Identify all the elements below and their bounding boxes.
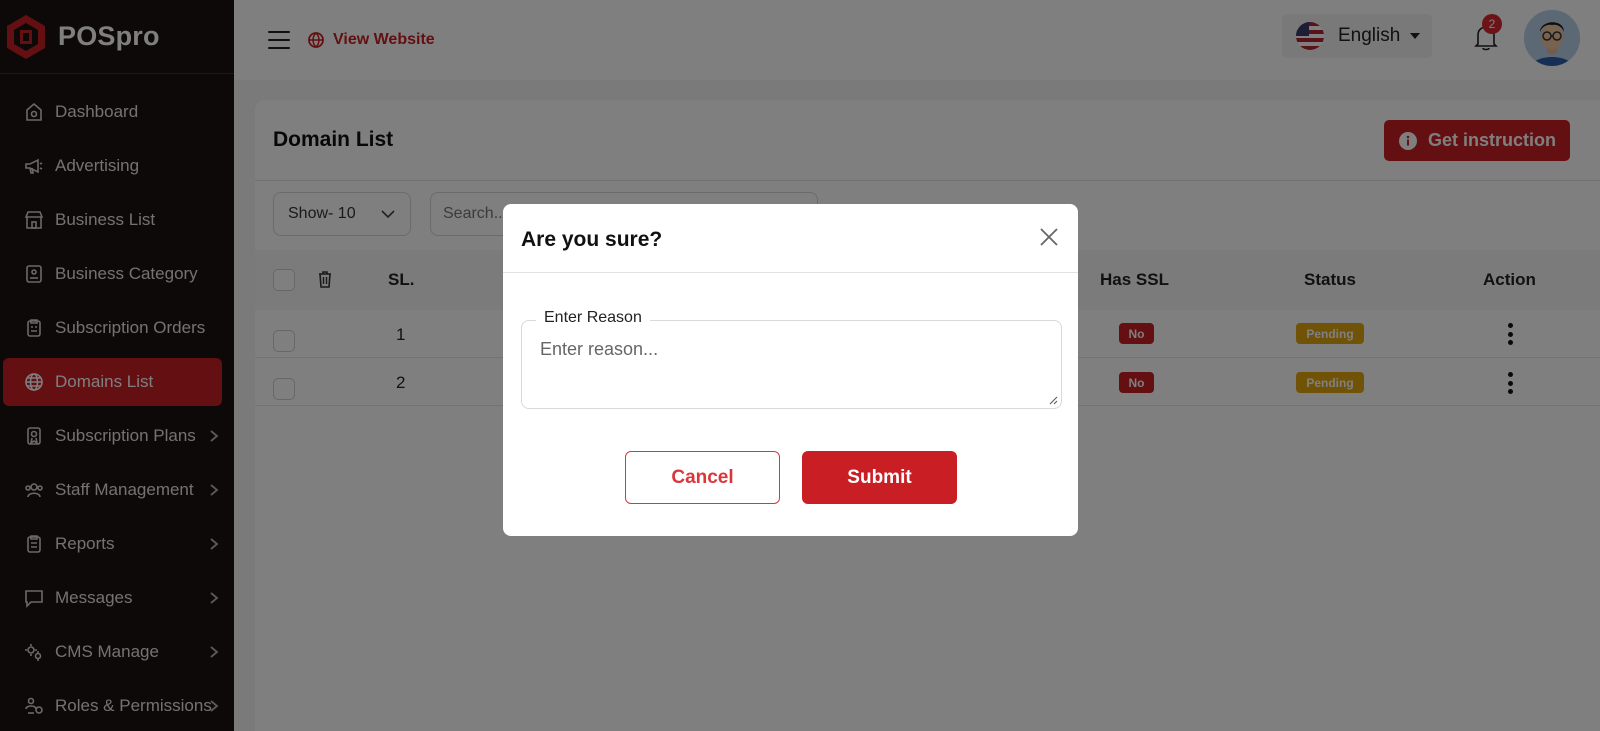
divider <box>503 272 1078 273</box>
resize-handle-icon[interactable] <box>1048 395 1058 405</box>
submit-button[interactable]: Submit <box>802 451 957 504</box>
close-icon[interactable] <box>1038 226 1062 250</box>
confirm-modal: Are you sure? Enter Reason Cancel Submit <box>503 204 1078 536</box>
reason-textarea[interactable] <box>522 321 1061 408</box>
reason-field: Enter Reason <box>521 309 1062 409</box>
modal-title: Are you sure? <box>521 228 663 251</box>
cancel-button[interactable]: Cancel <box>625 451 780 504</box>
